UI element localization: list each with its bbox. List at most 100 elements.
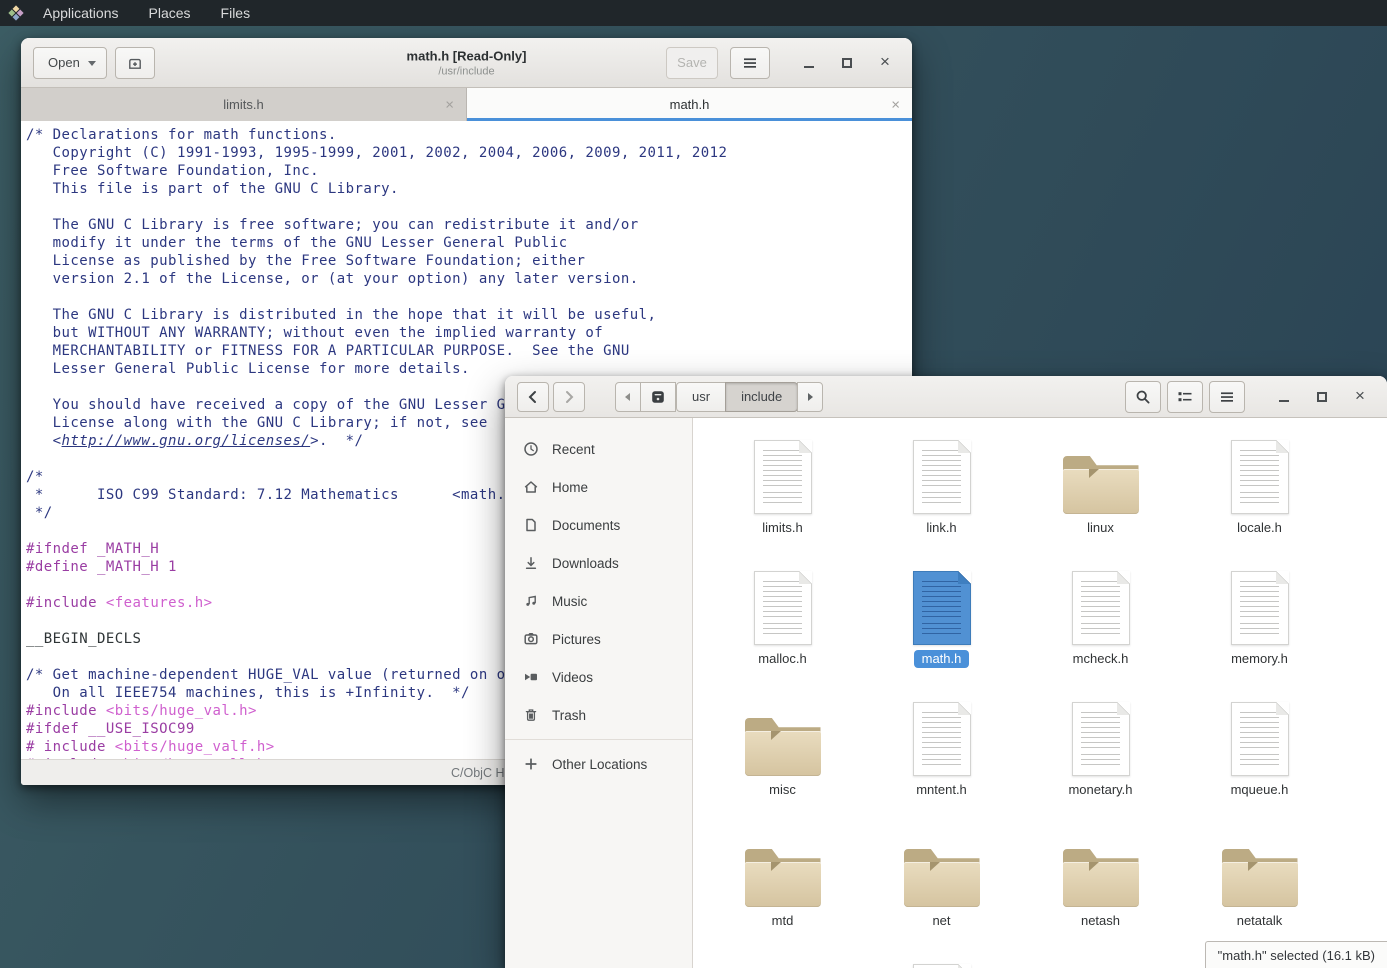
file-label: math.h (914, 650, 970, 668)
file-item-mqueue.h[interactable]: mqueue.h (1180, 696, 1339, 827)
file-item-partial[interactable] (862, 958, 1021, 968)
view-list-button[interactable] (1167, 381, 1203, 413)
window-controls (786, 48, 900, 78)
file-item-memory.h[interactable]: memory.h (1180, 565, 1339, 696)
file-item-netash[interactable]: netash (1021, 827, 1180, 958)
folder-icon (1222, 849, 1298, 907)
search-button[interactable] (1125, 381, 1161, 413)
file-item-math.h[interactable]: math.h (862, 565, 1021, 696)
file-item-mntent.h[interactable]: mntent.h (862, 696, 1021, 827)
file-icon (754, 440, 812, 514)
file-item-limits.h[interactable]: limits.h (703, 434, 862, 565)
sidebar-item-pictures[interactable]: Pictures (505, 620, 692, 658)
file-label: monetary.h (1060, 781, 1140, 799)
file-item-net[interactable]: net (862, 827, 1021, 958)
code-line: /* Declarations for math functions. (26, 127, 912, 145)
menubar-item-applications[interactable]: Applications (28, 0, 134, 26)
sidebar-item-downloads[interactable]: Downloads (505, 544, 692, 582)
file-label: limits.h (754, 519, 810, 537)
code-line: This file is part of the GNU C Library. (26, 181, 912, 199)
code-line: Free Software Foundation, Inc. (26, 163, 912, 181)
path-scroll-left-button[interactable] (615, 382, 641, 412)
file-label: misc (761, 781, 804, 799)
tab-close-icon[interactable] (891, 97, 900, 112)
close-button[interactable] (870, 48, 900, 78)
file-icon (913, 964, 971, 968)
code-line (26, 289, 912, 307)
tab-label: limits.h (223, 97, 263, 112)
path-segment-include[interactable]: include (725, 382, 798, 412)
save-button[interactable]: Save (666, 47, 718, 79)
chevron-down-icon (88, 61, 96, 70)
file-icon (1231, 571, 1289, 645)
file-item-mcheck.h[interactable]: mcheck.h (1021, 565, 1180, 696)
maximize-icon (1317, 392, 1327, 402)
tab-close-icon[interactable] (445, 97, 454, 112)
forward-button[interactable] (553, 382, 585, 412)
minimize-button[interactable] (1269, 382, 1299, 412)
sidebar-item-documents[interactable]: Documents (505, 506, 692, 544)
sidebar-item-videos[interactable]: Videos (505, 658, 692, 696)
sidebar-item-label: Documents (552, 518, 620, 533)
tab-bar: limits.h math.h (21, 88, 912, 121)
maximize-button[interactable] (1307, 382, 1337, 412)
icon-box (1231, 565, 1289, 645)
menu-button[interactable] (1209, 381, 1245, 413)
tab-limits.h[interactable]: limits.h (21, 88, 467, 121)
clock-icon (523, 441, 539, 457)
minimize-button[interactable] (794, 48, 824, 78)
code-line: License as published by the Free Softwar… (26, 253, 912, 271)
file-item-monetary.h[interactable]: monetary.h (1021, 696, 1180, 827)
file-icon (913, 702, 971, 776)
icon-box (754, 434, 812, 514)
music-note-icon (523, 593, 539, 609)
sidebar-item-music[interactable]: Music (505, 582, 692, 620)
code-line: modify it under the terms of the GNU Les… (26, 235, 912, 253)
path-root-drive-button[interactable] (640, 382, 676, 412)
folder-icon (904, 849, 980, 907)
list-view-icon (1177, 389, 1193, 405)
file-label: mcheck.h (1065, 650, 1137, 668)
selection-status-bar: "math.h" selected (16.1 kB) (1205, 941, 1387, 968)
sidebar-item-label: Pictures (552, 632, 601, 647)
file-icon (1231, 440, 1289, 514)
hamburger-icon (1219, 389, 1235, 405)
maximize-button[interactable] (832, 48, 862, 78)
tab-math.h[interactable]: math.h (467, 88, 912, 121)
close-button[interactable] (1345, 382, 1375, 412)
download-icon (523, 555, 539, 571)
file-item-link.h[interactable]: link.h (862, 434, 1021, 565)
open-button[interactable]: Open (33, 47, 107, 79)
sidebar-item-recent[interactable]: Recent (505, 430, 692, 468)
path-scroll-right-button[interactable] (797, 382, 823, 412)
file-label: mtd (764, 912, 802, 930)
icon-box (1063, 434, 1139, 514)
file-item-locale.h[interactable]: locale.h (1180, 434, 1339, 565)
file-item-netatalk[interactable]: netatalk (1180, 827, 1339, 958)
file-item-linux[interactable]: linux (1021, 434, 1180, 565)
sidebar-item-trash[interactable]: Trash (505, 696, 692, 734)
sidebar-item-home[interactable]: Home (505, 468, 692, 506)
maximize-icon (842, 58, 852, 68)
path-segment-usr[interactable]: usr (676, 382, 726, 412)
new-document-button[interactable] (115, 47, 155, 79)
document-icon (523, 517, 539, 533)
file-item-malloc.h[interactable]: malloc.h (703, 565, 862, 696)
file-item-misc[interactable]: misc (703, 696, 862, 827)
file-item-mtd[interactable]: mtd (703, 827, 862, 958)
path-bar: usrinclude (615, 382, 823, 412)
sidebar-item-label: Videos (552, 670, 593, 685)
code-line: version 2.1 of the License, or (at your … (26, 271, 912, 289)
file-item-partial[interactable] (1021, 958, 1180, 968)
open-button-label: Open (48, 55, 80, 70)
menubar-item-files[interactable]: Files (206, 0, 266, 26)
file-item-partial[interactable] (703, 958, 862, 968)
file-grid: limits.h link.hlinuxlocale.h malloc.h math.… (693, 418, 1387, 968)
menu-button[interactable] (730, 47, 770, 79)
back-button[interactable] (517, 382, 549, 412)
menubar-item-places[interactable]: Places (134, 0, 206, 26)
sidebar-item-other-locations[interactable]: Other Locations (505, 745, 692, 783)
hamburger-icon (742, 55, 758, 71)
file-label: netash (1073, 912, 1128, 930)
new-document-icon (127, 55, 143, 71)
